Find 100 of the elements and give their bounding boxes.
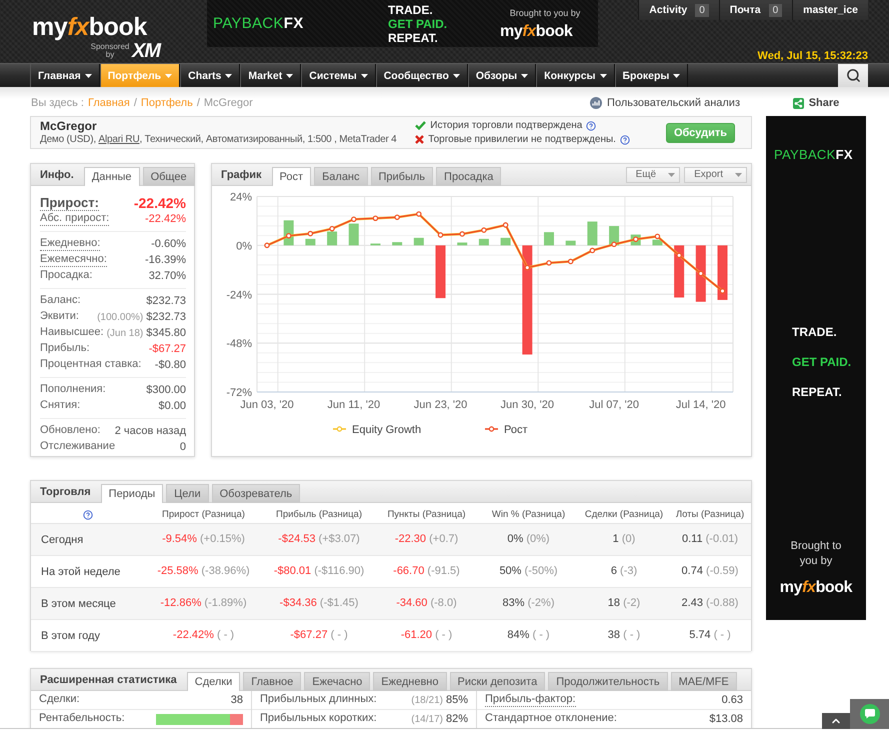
chart-bar: [718, 245, 728, 300]
stat-value: -22.42%: [145, 213, 186, 225]
stat-value: $0.00: [158, 400, 186, 412]
axis-tick-label: 24%: [230, 192, 252, 204]
table-cell: 2.43 (-0.88): [669, 588, 751, 620]
tab[interactable]: Сделки: [186, 672, 240, 691]
chat-button[interactable]: [850, 699, 889, 729]
tab[interactable]: Ежедневно: [373, 672, 446, 691]
sponsor-label: Sponsored by: [90, 43, 130, 59]
stat-note: (Jun 18): [106, 328, 144, 338]
column-header: Сделки (Разница): [584, 509, 664, 520]
stat-label: Снятия:: [40, 399, 80, 413]
stat-label: Стандартное отклонение:: [485, 712, 617, 726]
tab[interactable]: Обозреватель: [212, 484, 300, 503]
tab[interactable]: Баланс: [314, 167, 368, 186]
help-icon[interactable]: [586, 120, 596, 130]
user-menu-item[interactable]: Почта 0: [718, 0, 792, 20]
share-link[interactable]: Share: [792, 96, 840, 110]
caret-icon: [521, 74, 528, 78]
caret-icon: [165, 74, 172, 78]
tab[interactable]: Цели: [166, 484, 209, 503]
chart-bar: [436, 245, 446, 298]
tab[interactable]: Рост: [272, 167, 312, 186]
axis-tick-label: 0%: [236, 240, 252, 252]
user-menu-item[interactable]: master_ice: [792, 0, 868, 20]
stat-value: $300.00: [146, 384, 186, 396]
help-icon[interactable]: [620, 134, 630, 144]
stat-label: Прибыльных коротких:: [260, 712, 377, 726]
table-cell: 0% (0%): [478, 524, 579, 556]
tab[interactable]: Общее: [142, 167, 195, 186]
stat-value: $232.73: [146, 295, 186, 307]
panel-title: Инфо.: [40, 168, 74, 180]
tab[interactable]: MAE/MFE: [670, 672, 737, 691]
chart-icon: [590, 96, 602, 108]
table-cell: 18 (-2): [579, 588, 669, 620]
axis-tick-label: Jun 23, '20: [414, 399, 468, 411]
axis-tick-label: -72%: [226, 387, 252, 399]
axis-tick-label: Jun 03, '20: [240, 399, 294, 411]
count-badge: 0: [768, 4, 782, 16]
table-cell: -12.86% (-1.89%): [144, 588, 263, 620]
table-cell: 0.74 (-0.59): [669, 556, 751, 588]
tab[interactable]: Данные: [84, 167, 140, 186]
stat-value: 0: [180, 441, 186, 453]
chart-bar: [305, 238, 316, 246]
count-badge: 0: [695, 4, 709, 16]
row-label: Сегодня: [31, 524, 144, 556]
tab[interactable]: Просадка: [436, 167, 502, 186]
stat-note: (18/21): [411, 694, 443, 706]
chart-bar: [609, 226, 620, 246]
ad-credit: Brought to you by: [790, 539, 842, 569]
stat-label: Эквити:: [40, 310, 79, 324]
site-logo[interactable]: myfxbook: [32, 15, 147, 40]
tab[interactable]: Периоды: [100, 484, 164, 503]
verification-text: Торговые привилегии не подтверждены.: [428, 134, 616, 145]
stat-label: Абс. прирост:: [40, 212, 110, 226]
stat-value: 2 часов назад: [114, 425, 186, 437]
stat-label: Наивысшее:: [40, 326, 104, 340]
axis-tick-label: Jun 30, '20: [500, 399, 554, 411]
help-icon[interactable]: [82, 510, 92, 520]
user-menu-item[interactable]: Activity 0: [638, 0, 719, 20]
stat-label: Прибыль:: [40, 342, 90, 356]
stat-value: -16.39%: [145, 254, 186, 266]
panel-title: График: [221, 168, 262, 180]
sponsor-logo: XM: [132, 41, 160, 61]
custom-analysis-link[interactable]: Пользовательский анализ: [590, 96, 740, 108]
column-header: Прибыль (Разница): [276, 509, 362, 520]
stat-value: 0.63: [722, 694, 743, 706]
caret-icon: [225, 74, 232, 78]
row-label: На этой неделе: [31, 556, 144, 588]
stat-label: Прибыльных длинных:: [260, 693, 377, 707]
stat-label: Баланс:: [40, 294, 81, 308]
ad-banner[interactable]: PAYBACKFX TRADE. GET PAID. REPEAT. Brought to you by myfxbook: [207, 0, 598, 47]
table-cell: -$24.53 (+$3.07): [263, 524, 375, 556]
chart-bar: [652, 240, 662, 246]
caret-icon: [673, 74, 680, 78]
search-button[interactable]: [838, 64, 868, 87]
tab[interactable]: Продолжительность: [548, 672, 668, 691]
legend-line-icon: [333, 426, 346, 432]
ad-logo: myfxbook: [500, 24, 572, 40]
stat-label: Пополнения:: [40, 383, 106, 397]
chart-bar: [348, 224, 359, 246]
ad-slogan: TRADE.: [388, 2, 434, 16]
breadcrumb-label: Вы здесь :: [31, 96, 84, 108]
tab[interactable]: Прибыль: [370, 167, 434, 186]
tab[interactable]: Ежечасно: [304, 672, 370, 691]
dropdown-button[interactable]: Ещё: [626, 166, 680, 182]
ad-slogan: REPEAT.: [792, 385, 842, 399]
stat-value: -$67.27: [148, 343, 186, 355]
table-cell: -22.30 (+0.7): [375, 524, 478, 556]
legend-label[interactable]: Рост: [504, 424, 528, 436]
legend-label[interactable]: Equity Growth: [352, 424, 422, 436]
broker-link[interactable]: Alpari RU: [98, 134, 140, 145]
table-cell: 1 (0): [579, 524, 669, 556]
tab[interactable]: Главное: [243, 672, 302, 691]
dropdown-button[interactable]: Export: [684, 166, 747, 182]
tab[interactable]: Риски депозита: [450, 672, 546, 691]
column-header: Win % (Разница): [492, 509, 566, 520]
chart-bar: [500, 238, 511, 246]
scroll-top-button[interactable]: [822, 713, 850, 729]
ad-banner[interactable]: PAYBACKFX TRADE. GET PAID. REPEAT. Brought to you by myfxbook: [766, 116, 866, 620]
